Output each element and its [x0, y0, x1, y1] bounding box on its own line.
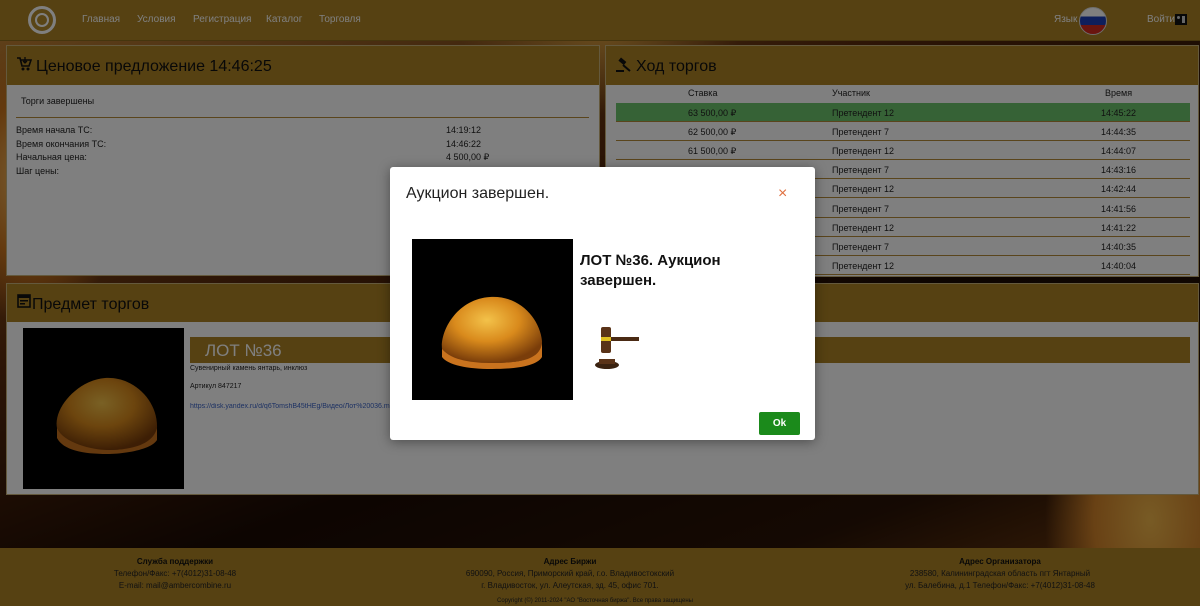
auction-finished-modal: Аукцион завершен. × ЛОТ №36. Аукцион зав…	[390, 167, 815, 440]
gavel-icon	[595, 327, 639, 369]
close-icon[interactable]: ×	[778, 185, 787, 203]
ok-button[interactable]: Ok	[759, 412, 800, 435]
modal-title: Аукцион завершен.	[406, 185, 550, 202]
modal-heading: ЛОТ №36. Аукцион завершен.	[580, 252, 721, 289]
modal-lot-image	[412, 239, 573, 400]
